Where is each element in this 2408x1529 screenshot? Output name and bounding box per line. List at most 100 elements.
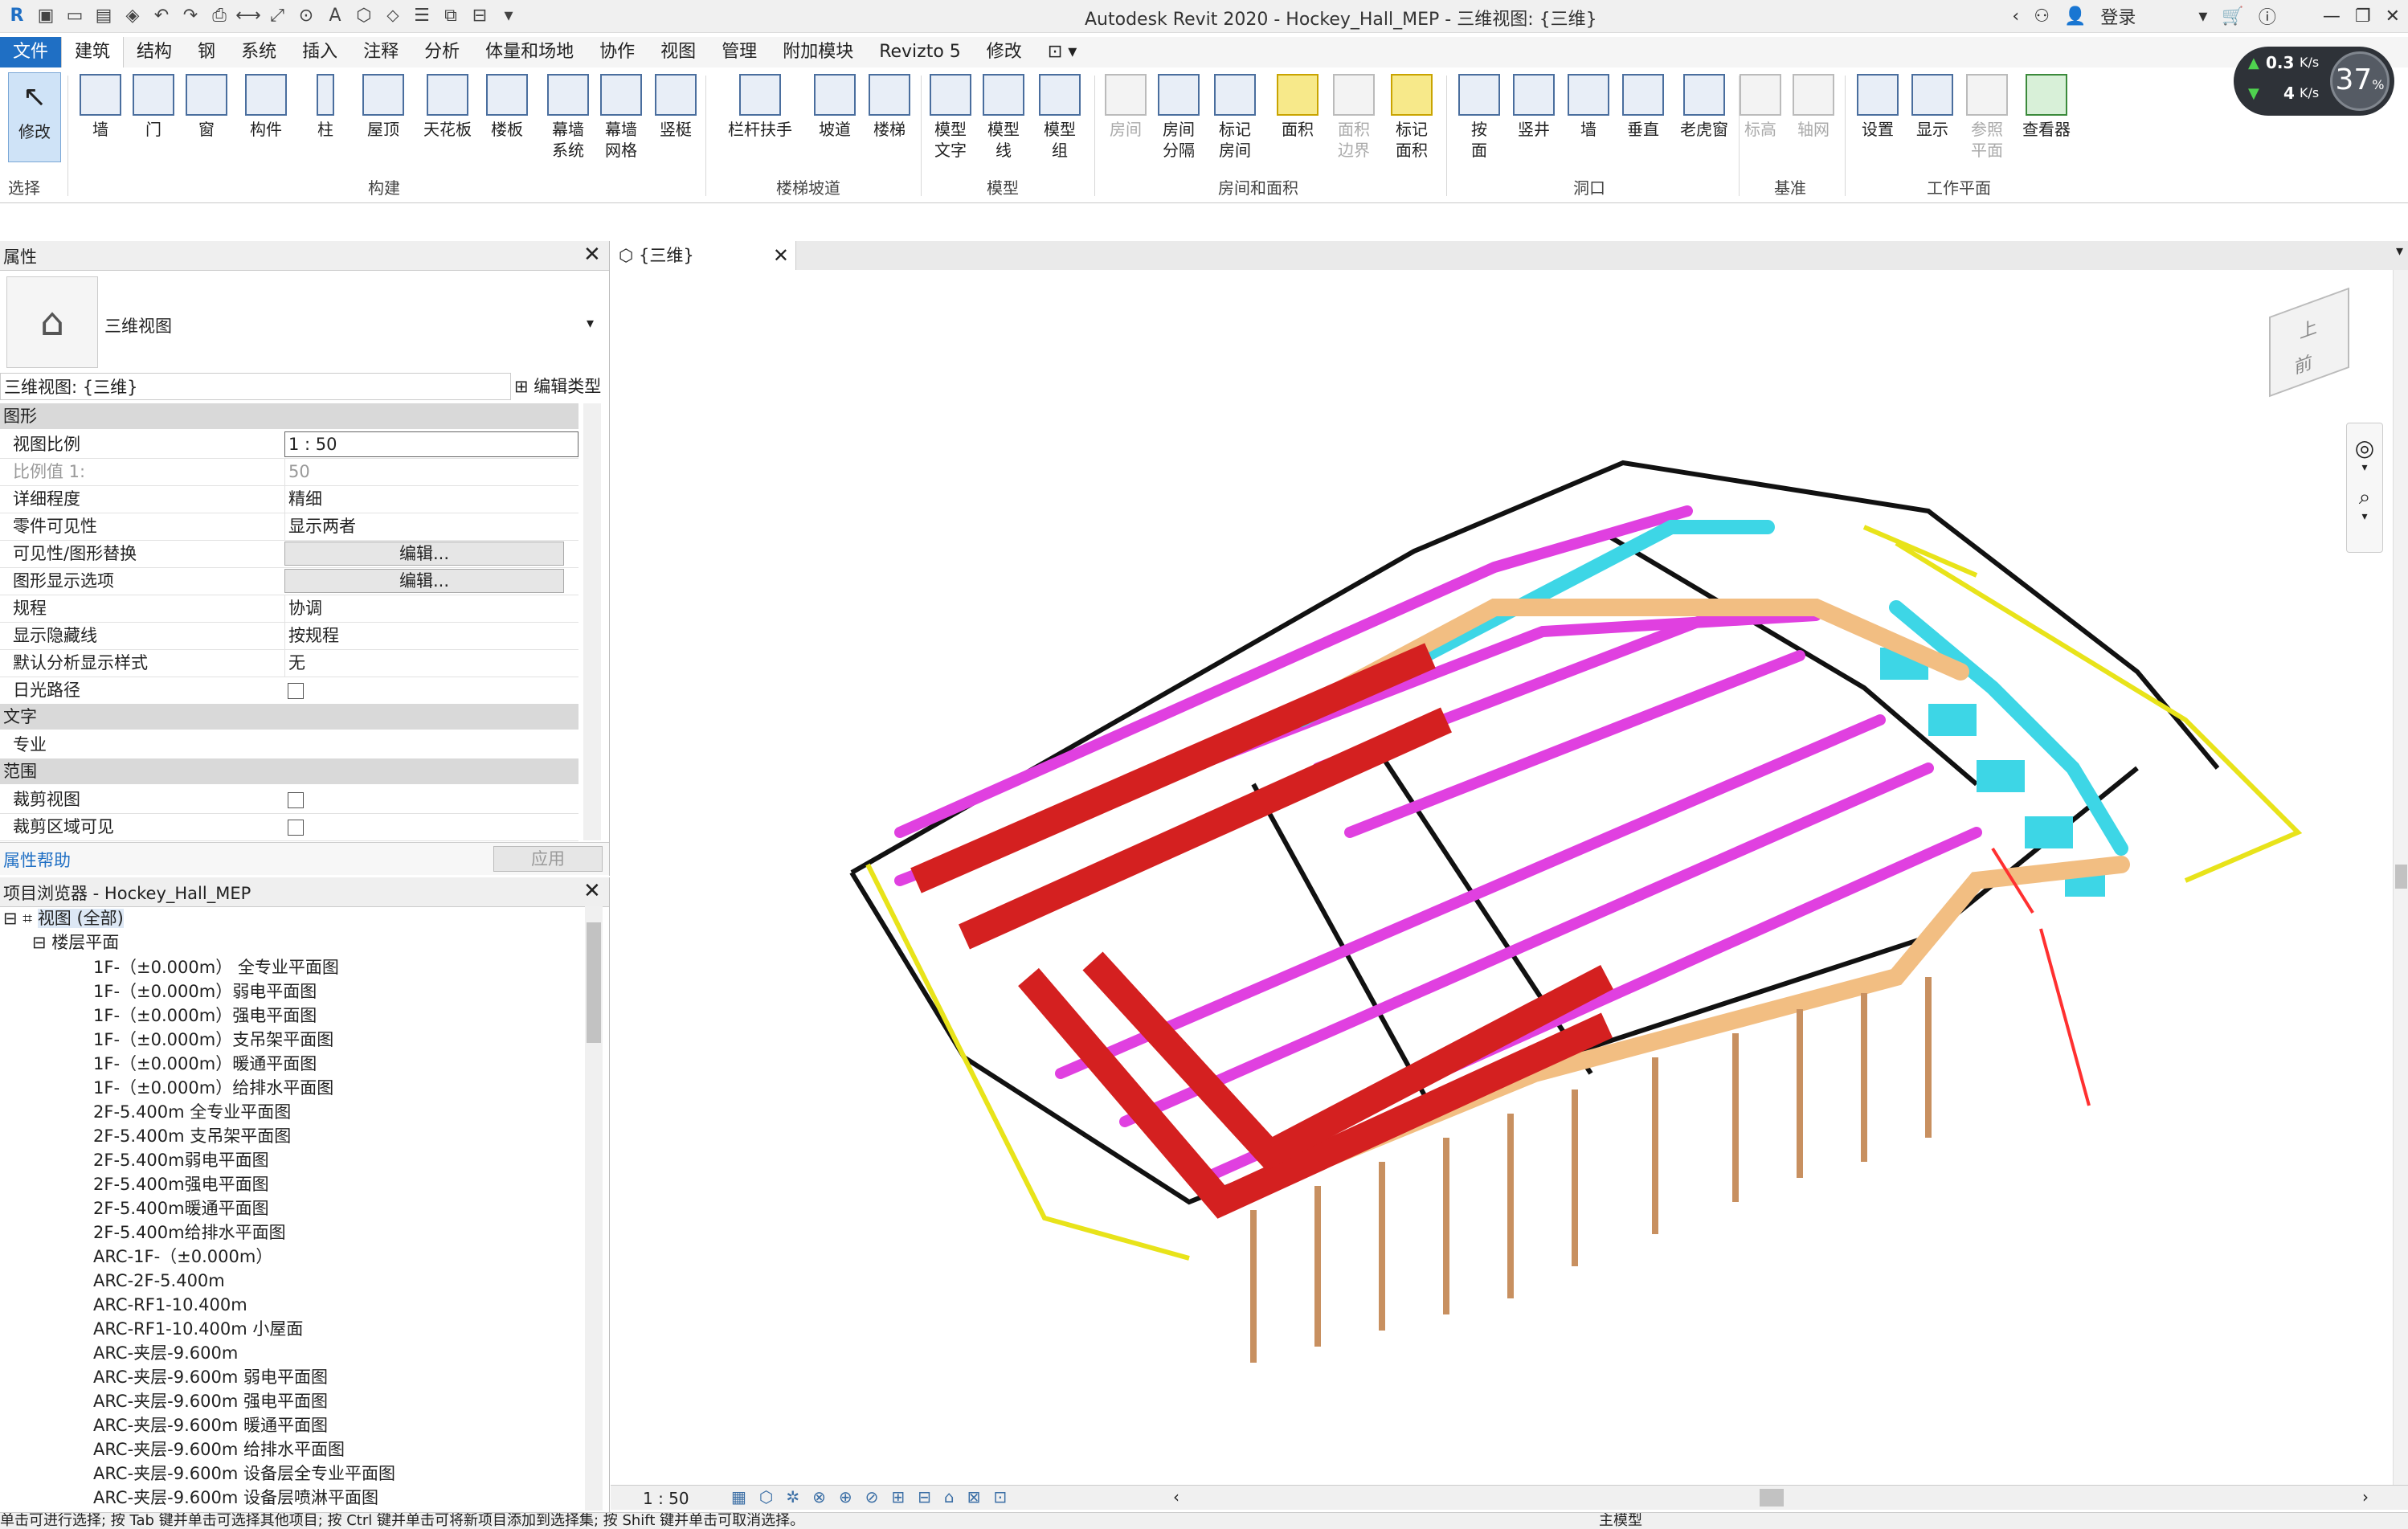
tab-menu-icon[interactable]: ▾ [2396,243,2403,260]
shaft-button[interactable]: 竖井 [1509,74,1559,140]
chevron-down-icon[interactable]: ▾ [2347,510,2382,523]
floor-button[interactable]: 楼板 [482,74,532,140]
ceiling-button[interactable]: 天花板 [423,74,472,140]
vg-edit-button[interactable]: 编辑... [284,542,564,566]
scroll-right-icon[interactable]: › [2362,1487,2369,1507]
sun-path-checkbox[interactable] [288,683,304,699]
tag-area-button[interactable]: 标记 面积 [1387,74,1437,161]
column-button[interactable]: 柱 [300,74,350,140]
tree-item-floor-plan[interactable]: ARC-RF1-10.400m 小屋面 [93,1317,303,1341]
browser-scroll-thumb[interactable] [587,922,601,1043]
prop-row-hidden-lines[interactable]: 显示隐藏线 按规程 [0,622,578,650]
tab-collaborate[interactable]: 协作 [587,37,648,67]
tree-item-floor-plan[interactable]: ARC-1F-（±0.000m） [93,1245,272,1269]
tab-manage[interactable]: 管理 [709,37,770,67]
properties-help-link[interactable]: 属性帮助 [3,848,71,872]
select-dropdown[interactable]: 选择 [8,175,40,198]
model-line-button[interactable]: 模型 线 [979,74,1028,161]
prop-row-analysis-style[interactable]: 默认分析显示样式无 [0,649,578,677]
tag-room-button[interactable]: 标记 房间 [1210,74,1260,161]
ramp-button[interactable]: 坡道 [810,74,860,140]
workset-dropdown[interactable]: 主模型 [1599,1513,1642,1529]
tab-systems[interactable]: 系统 [228,37,289,67]
curtain-system-button[interactable]: 幕墙 系统 [543,74,593,161]
by-face-button[interactable]: 按 面 [1454,74,1504,161]
tree-item-floor-plan[interactable]: 2F-5.400m暖通平面图 [93,1196,269,1220]
tab-annotate[interactable]: 注释 [350,37,411,67]
tab-view[interactable]: 视图 [648,37,709,67]
tab-file[interactable]: 文件 [0,37,62,67]
prop-row-discipline[interactable]: 规程 协调 [0,595,578,623]
viewer-button[interactable]: 查看器 [2015,74,2078,140]
save-icon[interactable]: ▤ [92,3,116,27]
tab-structure[interactable]: 结构 [124,37,185,67]
tree-item-floor-plan[interactable]: ARC-夹层-9.600m [93,1341,238,1365]
help-icon[interactable]: ⓘ [2259,3,2276,29]
wall-button[interactable]: 墙 [76,74,125,140]
tree-item-floor-plan[interactable]: 2F-5.400m强电平面图 [93,1172,269,1196]
tree-item-floor-plan[interactable]: 2F-5.400m弱电平面图 [93,1148,269,1172]
door-button[interactable]: 门 [129,74,178,140]
3d-view-icon[interactable]: ⬡ [352,3,376,27]
tree-item-floor-plan[interactable]: 1F-（±0.000m）支吊架平面图 [93,1028,333,1052]
area-boundary-button[interactable]: 面积 边界 [1329,74,1379,161]
open-icon[interactable]: ▭ [63,3,87,27]
redo-icon[interactable]: ↷ [178,3,202,27]
window-button[interactable]: 窗 [182,74,231,140]
properties-scrollbar[interactable] [583,403,601,840]
section-icon[interactable]: ⬦ [381,3,405,27]
tab-insert[interactable]: 插入 [289,37,350,67]
curtain-grid-button[interactable]: 幕墙 网格 [596,74,646,161]
tree-item-floor-plan[interactable]: 2F-5.400m 全专业平面图 [93,1100,291,1124]
undo-icon[interactable]: ↶ [149,3,174,27]
model-group-button[interactable]: 模型 组 [1035,74,1085,161]
graphic-display-edit-button[interactable]: 编辑... [284,569,564,593]
chevron-down-icon[interactable]: ▾ [2198,6,2207,27]
home-icon[interactable]: ▣ [34,3,58,27]
cart-icon[interactable]: 🛒 [2222,6,2243,27]
revit-logo-icon[interactable]: R [5,3,29,27]
chevron-down-icon[interactable]: ▾ [2347,461,2382,474]
room-button[interactable]: 房间 [1101,74,1151,140]
horizontal-scroll-thumb[interactable] [1760,1489,1784,1507]
tag-icon[interactable]: ⊙ [294,3,318,27]
tab-analyze[interactable]: 分析 [411,37,472,67]
component-button[interactable]: 构件 [241,74,291,140]
tree-item-floor-plan[interactable]: 2F-5.400m 支吊架平面图 [93,1124,291,1148]
mep-model-drawing[interactable] [611,270,2393,1485]
tree-item-floor-plan[interactable]: 1F-（±0.000m）强电平面图 [93,1004,317,1028]
binoculars-icon[interactable]: ⚇ [2034,6,2050,27]
vertical-opening-button[interactable]: 垂直 [1618,74,1668,140]
dormer-button[interactable]: 老虎窗 [1673,74,1735,140]
user-icon[interactable]: 👤 [2064,6,2086,27]
mullion-button[interactable]: 竖梃 [651,74,701,140]
steering-wheel-icon[interactable]: ◎ [2347,435,2382,461]
tree-root-views[interactable]: ⊟ ⌗ 视图 (全部) [3,906,124,930]
modify-button[interactable]: ↖ 修改 [8,72,61,162]
tab-steel[interactable]: 钢 [185,37,228,67]
category-graphics[interactable]: 图形 [0,403,578,429]
chevron-down-icon[interactable]: ▾ [587,315,594,332]
zoom-icon[interactable]: ⌕ [2347,485,2382,510]
type-selector[interactable]: 三维视图 [104,313,172,337]
tree-item-floor-plan[interactable]: ARC-夹层-9.600m 给排水平面图 [93,1437,345,1462]
qat-dropdown-icon[interactable]: ▾ [497,3,521,27]
browser-scrollbar[interactable] [585,906,603,1511]
tab-addins[interactable]: 附加模块 [770,37,866,67]
railing-button[interactable]: 栏杆扶手 [720,74,800,140]
restore-icon[interactable]: ❐ [2355,6,2371,27]
sync-icon[interactable]: ◈ [121,3,145,27]
tree-item-floor-plan[interactable]: 1F-（±0.000m）暖通平面图 [93,1052,317,1076]
tree-item-floor-plan[interactable]: ARC-RF1-10.400m [93,1293,247,1317]
switch-windows-icon[interactable]: ⊟ [468,3,492,27]
view-controls-icons[interactable]: ▦⬡✲⊗⊕⊘⊞⊟⌂⊠⊡ [731,1487,1020,1507]
close-icon[interactable]: ✕ [583,243,601,267]
tree-item-floor-plan[interactable]: 1F-（±0.000m）给排水平面图 [93,1076,333,1100]
apply-button[interactable]: 应用 [493,846,603,872]
tree-item-floor-plan[interactable]: ARC-夹层-9.600m 暖通平面图 [93,1413,328,1437]
prop-row-detail-level[interactable]: 详细程度 精细 [0,485,578,513]
tab-massing[interactable]: 体量和场地 [472,37,587,67]
show-workplane-button[interactable]: 显示 [1907,74,1957,140]
set-workplane-button[interactable]: 设置 [1853,74,1903,140]
minimize-icon[interactable]: — [2323,6,2341,27]
